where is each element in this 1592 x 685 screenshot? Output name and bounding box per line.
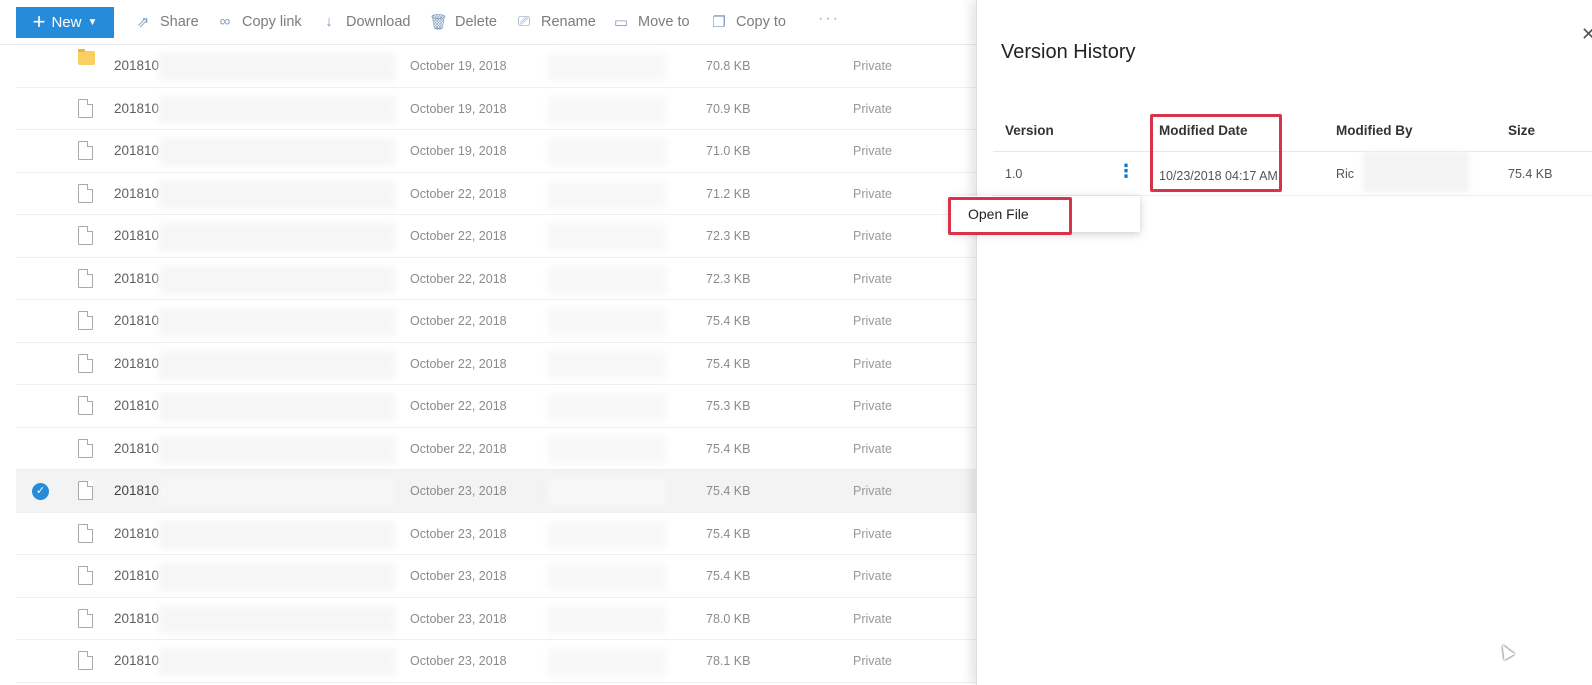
highlight-open-file bbox=[948, 197, 1072, 235]
overlay bbox=[0, 0, 976, 685]
version-number: 1.0 bbox=[1005, 167, 1023, 181]
version-size: 75.4 KB bbox=[1508, 167, 1553, 181]
close-icon[interactable]: ✕ bbox=[1581, 24, 1592, 45]
version-table-header: Version Modified Date Modified By Size bbox=[993, 110, 1592, 152]
page: + New ▼ ⇗ Share ∞ Copy link ↓ Download 🗑… bbox=[0, 0, 1592, 685]
col-version[interactable]: Version bbox=[1005, 123, 1054, 138]
version-row[interactable]: 1.0 ⋮ 10/23/2018 04:17 AM Ric 75.4 KB bbox=[993, 152, 1592, 196]
highlight-modified-date bbox=[1150, 114, 1282, 192]
redacted-region bbox=[1363, 152, 1469, 192]
version-history-panel: Version History ✕ Version Modified Date … bbox=[976, 0, 1592, 685]
col-size[interactable]: Size bbox=[1508, 123, 1535, 138]
version-modified-by: Ric bbox=[1336, 167, 1355, 181]
more-vertical-icon[interactable]: ⋮ bbox=[1117, 162, 1135, 180]
panel-title: Version History bbox=[1001, 41, 1136, 63]
col-modified-by[interactable]: Modified By bbox=[1336, 123, 1413, 138]
